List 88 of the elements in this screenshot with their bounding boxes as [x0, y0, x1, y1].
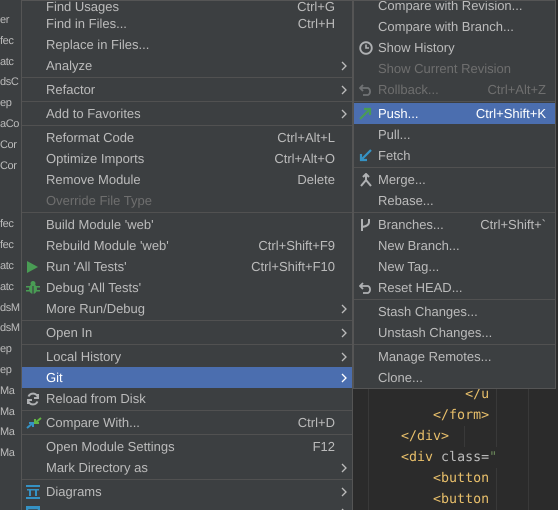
menu-item[interactable]: Find Usages Ctrl+G — [22, 1, 352, 13]
menu-item[interactable]: Branches... Ctrl+Shift+` — [354, 214, 555, 235]
menu-item[interactable]: Optimize Imports Ctrl+Alt+O — [22, 148, 352, 169]
menu-item[interactable]: Reload from Disk — [22, 388, 352, 409]
chevron-right-icon — [341, 352, 347, 362]
play-icon — [26, 260, 38, 272]
bug-icon — [26, 280, 40, 294]
menu-item[interactable]: Run 'All Tests' Ctrl+Shift+F10 — [22, 256, 352, 277]
shortcut-label: Ctrl+H — [298, 16, 335, 31]
tree-item[interactable]: aCo — [0, 114, 19, 135]
menu-item[interactable]: Pull... — [354, 124, 555, 145]
menu-item[interactable]: Reset HEAD... — [354, 277, 555, 298]
undo-arrow-icon — [359, 84, 373, 96]
menu-item[interactable]: Find in Files... Ctrl+H — [22, 13, 352, 34]
menu-item[interactable]: Unstash Changes... — [354, 322, 555, 343]
menu-item[interactable]: Rebase... — [354, 190, 555, 211]
tree-item[interactable]: ep — [0, 339, 12, 360]
shortcut-label: Ctrl+Shift+K — [476, 106, 546, 121]
menu-item[interactable]: Merge... — [354, 169, 555, 190]
menu-item[interactable]: Local History — [22, 346, 352, 367]
tree-item[interactable]: dsM — [0, 318, 20, 340]
chevron-right-icon — [341, 108, 347, 118]
menu-item[interactable]: More Run/Debug — [22, 298, 352, 319]
tree-item[interactable]: Cor — [0, 134, 17, 156]
chevron-right-icon — [341, 60, 347, 70]
menu-item[interactable]: New Branch... — [354, 235, 555, 256]
menu-item[interactable]: Replace in Files... — [22, 34, 352, 55]
tree-item[interactable]: fec — [0, 214, 14, 236]
shortcut-label: Ctrl+Shift+F9 — [258, 238, 335, 253]
shortcut-label: Ctrl+Alt+O — [274, 151, 335, 166]
diagonal-arrow-icon — [359, 107, 372, 120]
diagram-icon — [26, 484, 40, 498]
shortcut-label: F12 — [312, 439, 335, 454]
tree-item[interactable]: Ma — [0, 380, 14, 402]
tree-item[interactable]: Cor — [0, 156, 17, 176]
menu-item[interactable]: Fetch — [354, 145, 555, 166]
menu-item[interactable]: Diagrams — [22, 481, 352, 502]
menu-item[interactable]: Compare with Branch... — [354, 16, 555, 37]
menu-item[interactable]: Stash Changes... — [354, 301, 555, 322]
menu-item[interactable]: New Tag... — [354, 256, 555, 277]
menu-item[interactable]: Show History — [354, 37, 555, 58]
tree-item[interactable]: atc — [0, 256, 14, 277]
menu-item[interactable]: Analyze — [22, 55, 352, 76]
menu-item[interactable]: Refactor — [22, 79, 352, 100]
merge-icon — [359, 172, 373, 186]
tree-item[interactable]: atc — [0, 52, 14, 72]
tree-item[interactable]: atc — [0, 276, 14, 298]
branch-icon — [359, 218, 372, 232]
undo-arrow-icon — [359, 282, 373, 294]
menu-item[interactable]: Open In — [22, 322, 352, 343]
refresh-icon — [26, 392, 40, 406]
compare-arrows-icon — [26, 416, 42, 430]
shortcut-label: Delete — [297, 172, 335, 187]
shortcut-label: Ctrl+G — [297, 1, 335, 13]
chevron-right-icon — [341, 372, 347, 382]
menu-item[interactable]: Reformat Code Ctrl+Alt+L — [22, 127, 352, 148]
chevron-right-icon — [341, 304, 347, 314]
shortcut-label: Ctrl+Alt+L — [277, 130, 335, 145]
menu-item[interactable]: Rebuild Module 'web' Ctrl+Shift+F9 — [22, 235, 352, 256]
menu-item[interactable]: Mark Directory as — [22, 457, 352, 478]
menu-item[interactable]: Build Module 'web' — [22, 214, 352, 235]
tree-item[interactable]: dsM — [0, 298, 20, 318]
down-arrow-icon — [359, 149, 372, 162]
clock-icon — [359, 40, 373, 54]
shortcut-label: Ctrl+D — [298, 415, 335, 430]
chevron-right-icon — [341, 328, 347, 338]
tree-item[interactable]: dsC — [0, 72, 18, 94]
menu-item[interactable]: Debug 'All Tests' — [22, 277, 352, 298]
shortcut-label: Ctrl+Shift+F10 — [251, 259, 335, 274]
menu-item[interactable]: Push... Ctrl+Shift+K — [354, 103, 555, 124]
tree-item[interactable]: ep — [0, 360, 12, 381]
tree-item[interactable]: fec — [0, 30, 14, 52]
shortcut-label: Ctrl+Shift+` — [480, 217, 546, 232]
chevron-right-icon — [341, 84, 347, 94]
menu-item[interactable]: Manage Remotes... — [354, 346, 555, 367]
tree-item[interactable]: er — [0, 10, 9, 31]
tree-item[interactable]: ep — [0, 93, 12, 114]
chevron-right-icon — [341, 486, 347, 496]
menu-item[interactable]: Git — [22, 367, 352, 388]
chevron-right-icon — [341, 462, 347, 472]
menu-item[interactable]: Compare With... Ctrl+D — [22, 412, 352, 433]
menu-item[interactable]: Remove Module Delete — [22, 169, 352, 190]
tree-item[interactable]: Ma — [0, 402, 14, 422]
menu-item[interactable]: Open Module Settings F12 — [22, 436, 352, 457]
menu-item[interactable]: Add to Favorites — [22, 103, 352, 124]
tree-item[interactable]: Ma — [0, 422, 14, 444]
tree-item[interactable]: Ma — [0, 443, 14, 464]
tree-item[interactable]: fec — [0, 235, 14, 256]
